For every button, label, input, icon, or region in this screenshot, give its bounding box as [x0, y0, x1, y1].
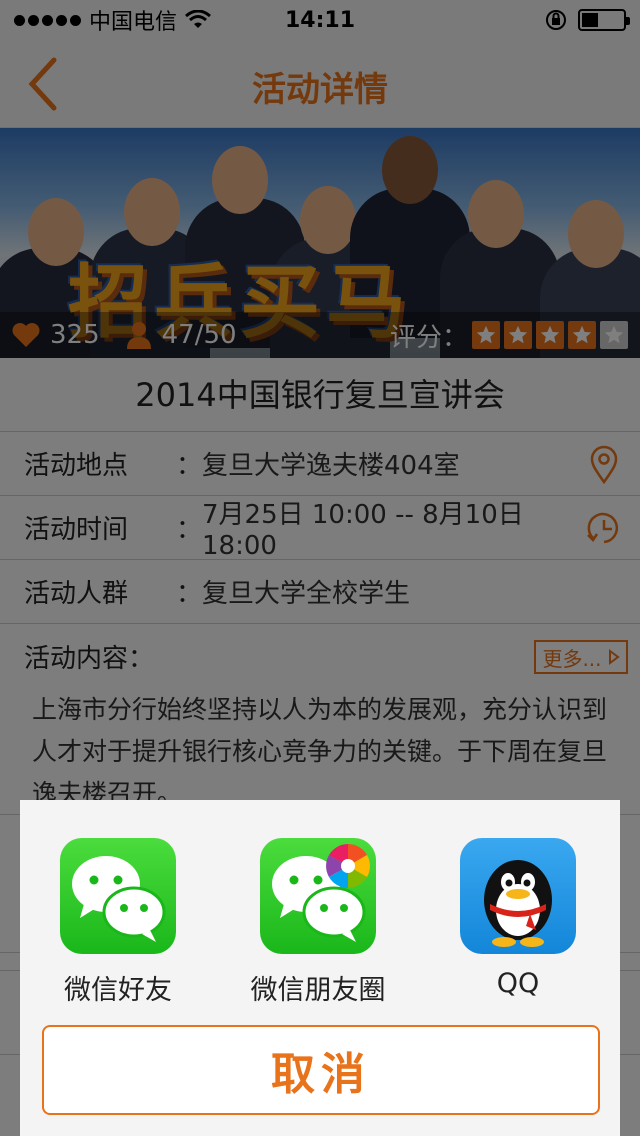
- wechat-moments-icon: [260, 838, 376, 954]
- share-sheet: 微信好友 微信朋友圈 QQ 取消: [20, 800, 620, 1136]
- cancel-button[interactable]: 取消: [42, 1025, 600, 1115]
- share-label: 微信朋友圈: [250, 975, 386, 1006]
- share-label: 微信好友: [64, 975, 172, 1006]
- share-label: QQ: [496, 968, 540, 999]
- qq-penguin-icon: [460, 838, 576, 954]
- wechat-icon: [60, 838, 176, 954]
- share-wechat-moments[interactable]: 微信朋友圈: [238, 838, 398, 1007]
- share-wechat-friends[interactable]: 微信好友: [38, 838, 198, 1007]
- share-qq[interactable]: QQ: [438, 838, 598, 999]
